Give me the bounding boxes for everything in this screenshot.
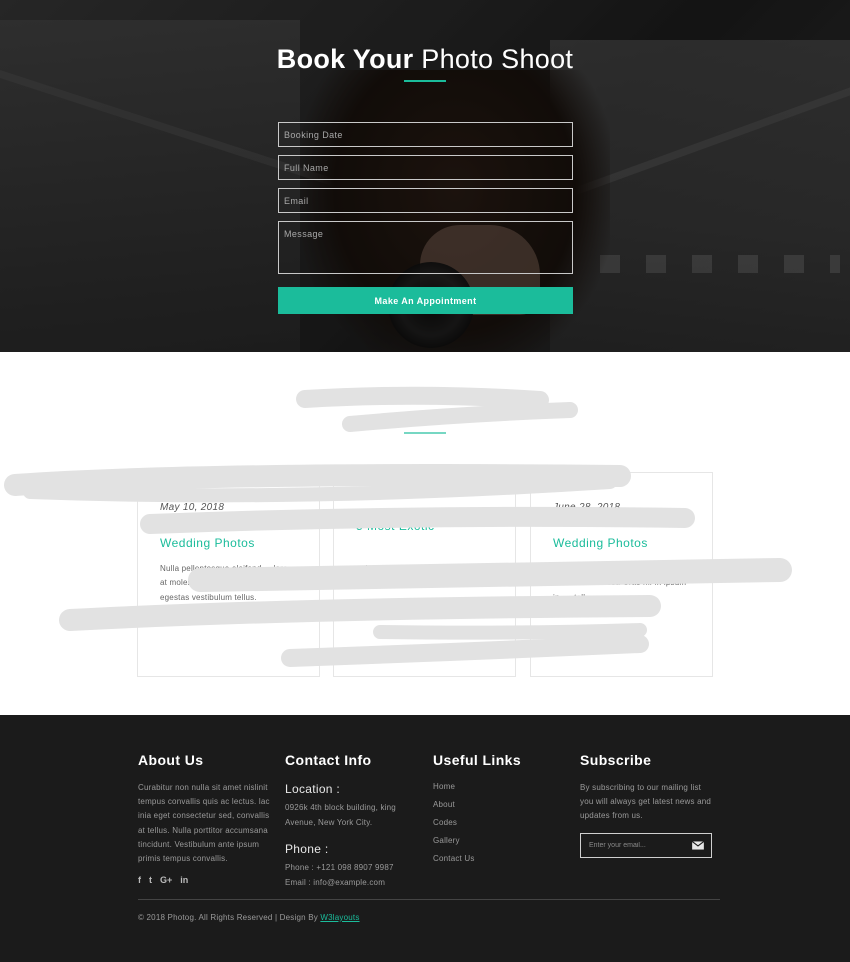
card-text: ... lorem, at molestie arcu pulvinar ut.… (356, 564, 496, 588)
hero-title-bold: Book Your (276, 44, 414, 74)
hero-title: Book Your Photo Shoot (0, 44, 850, 75)
footer-link-gallery[interactable]: Gallery (433, 832, 553, 850)
copyright: © 2018 Photog. All Rights Reserved | Des… (138, 913, 360, 922)
blog-section: May 10, 2018 Wedding Photos Nulla pellen… (0, 352, 850, 715)
footer-link-contact[interactable]: Contact Us (433, 850, 553, 868)
card-text: Nulla pellentesque eleifend ... lorem, a… (160, 564, 298, 602)
useful-links-list: Home About Codes Gallery Contact Us (433, 778, 553, 868)
linkedin-icon[interactable]: in (180, 875, 188, 885)
location-text: 0926k 4th block building, king Avenue, N… (285, 803, 396, 827)
blog-card[interactable]: May 10, 2018 Wedding Photos Nulla pellen… (137, 472, 320, 677)
email-text: Email : info@example.com (285, 878, 386, 887)
phone-text: Phone : +121 098 8907 9987 (285, 863, 394, 872)
location-label: Location : (285, 782, 341, 796)
about-text: Curabitur non nulla sit amet nislinit te… (138, 783, 270, 864)
footer-link-home[interactable]: Home (433, 778, 553, 796)
booking-date-input[interactable] (278, 122, 573, 147)
subscribe-heading: Subscribe (580, 752, 652, 768)
social-links: f t G+ in (138, 875, 270, 885)
card-date: June 28, 2018 (553, 502, 621, 513)
blog-card[interactable]: 5 Most Exotic ... lorem, at molestie arc… (333, 472, 516, 677)
envelope-icon[interactable] (691, 841, 705, 850)
subscribe-text: By subscribing to our mailing list you w… (580, 783, 712, 821)
facebook-icon[interactable]: f (138, 875, 141, 885)
blog-title-underline (404, 432, 446, 434)
email-input[interactable] (278, 188, 573, 213)
contact-heading: Contact Info (285, 752, 372, 768)
title-underline (404, 80, 446, 82)
about-heading: About Us (138, 752, 204, 768)
footer-contact: Contact Info Location : 0926k 4th block … (285, 752, 415, 890)
footer-link-codes[interactable]: Codes (433, 814, 553, 832)
subscribe-email-input[interactable] (581, 834, 687, 857)
footer-divider (138, 899, 720, 900)
message-textarea[interactable] (278, 221, 573, 274)
designer-link[interactable]: W3layouts (320, 913, 359, 922)
useful-links-heading: Useful Links (433, 752, 522, 768)
site-footer: About Us Curabitur non nulla sit amet ni… (0, 715, 850, 962)
copyright-text: © 2018 Photog. All Rights Reserved | Des… (138, 913, 318, 922)
card-title[interactable]: 5 Most Exotic (356, 519, 435, 533)
booking-hero-section: Book Your Photo Shoot Make An Appointmen… (0, 0, 850, 352)
card-date: May 10, 2018 (160, 502, 225, 513)
footer-subscribe: Subscribe By subscribing to our mailing … (580, 752, 715, 824)
card-title[interactable]: Wedding Photos (553, 536, 648, 550)
card-text: eleifend. Integer ... pulvinar ut. Proin… (553, 564, 690, 602)
phone-label: Phone : (285, 842, 329, 856)
footer-links: Useful Links Home About Codes Gallery Co… (433, 752, 553, 868)
hero-title-light: Photo Shoot (421, 44, 574, 74)
blog-card[interactable]: June 28, 2018 Wedding Photos eleifend. I… (530, 472, 713, 677)
footer-link-about[interactable]: About (433, 796, 553, 814)
google-plus-icon[interactable]: G+ (160, 875, 172, 885)
subscribe-form (580, 833, 712, 858)
full-name-input[interactable] (278, 155, 573, 180)
card-title[interactable]: Wedding Photos (160, 536, 255, 550)
footer-about: About Us Curabitur non nulla sit amet ni… (138, 752, 270, 885)
make-appointment-button[interactable]: Make An Appointment (278, 287, 573, 314)
twitter-icon[interactable]: t (149, 875, 152, 885)
